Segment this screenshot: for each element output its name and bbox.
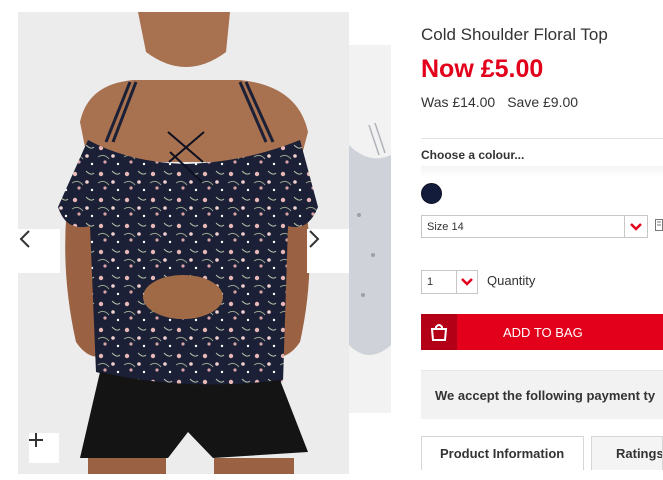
quantity-select[interactable]: 1: [421, 270, 478, 294]
quantity-label: Quantity: [487, 273, 536, 288]
model-illustration: [58, 12, 318, 474]
chevron-down-icon: [456, 271, 477, 293]
quantity-value: 1: [427, 276, 434, 288]
current-price: Now £5.00: [421, 55, 544, 83]
saving-amount: Save £9.00: [507, 94, 579, 110]
chevron-right-icon: [309, 230, 320, 248]
product-image[interactable]: [18, 12, 349, 474]
payment-text: We accept the following payment ty: [435, 388, 656, 403]
tab-label: Product Information: [440, 446, 565, 461]
tab-label: Ratings: [616, 446, 663, 461]
size-guide-icon[interactable]: [655, 219, 663, 234]
was-price: Was £14.00: [421, 94, 496, 110]
next-image-preview[interactable]: [349, 45, 391, 413]
price-history: Was £14.00 Save £9.00: [421, 94, 578, 110]
tab-product-information[interactable]: Product Information: [421, 436, 584, 470]
divider: [421, 138, 663, 139]
shopping-bag-icon: [421, 314, 457, 350]
size-value: Size 14: [427, 221, 464, 233]
add-to-bag-label: ADD TO BAG: [503, 325, 583, 340]
size-select[interactable]: Size 14: [421, 215, 648, 238]
chevron-down-icon: [624, 216, 647, 237]
add-to-bag-button[interactable]: ADD TO BAG: [421, 314, 663, 350]
next-image-button[interactable]: [307, 229, 349, 273]
plus-icon: [29, 433, 43, 447]
preview-illustration: [349, 122, 391, 355]
previous-image-button[interactable]: [18, 229, 60, 273]
colour-swatch-navy[interactable]: [421, 183, 442, 204]
zoom-button[interactable]: [29, 433, 59, 463]
colour-label: Choose a colour...: [421, 148, 525, 162]
product-title: Cold Shoulder Floral Top: [421, 25, 608, 44]
payment-info-banner: We accept the following payment ty: [421, 370, 663, 419]
colour-section-shade: [421, 166, 663, 178]
chevron-left-icon: [19, 230, 30, 248]
tab-ratings[interactable]: Ratings: [591, 436, 663, 470]
